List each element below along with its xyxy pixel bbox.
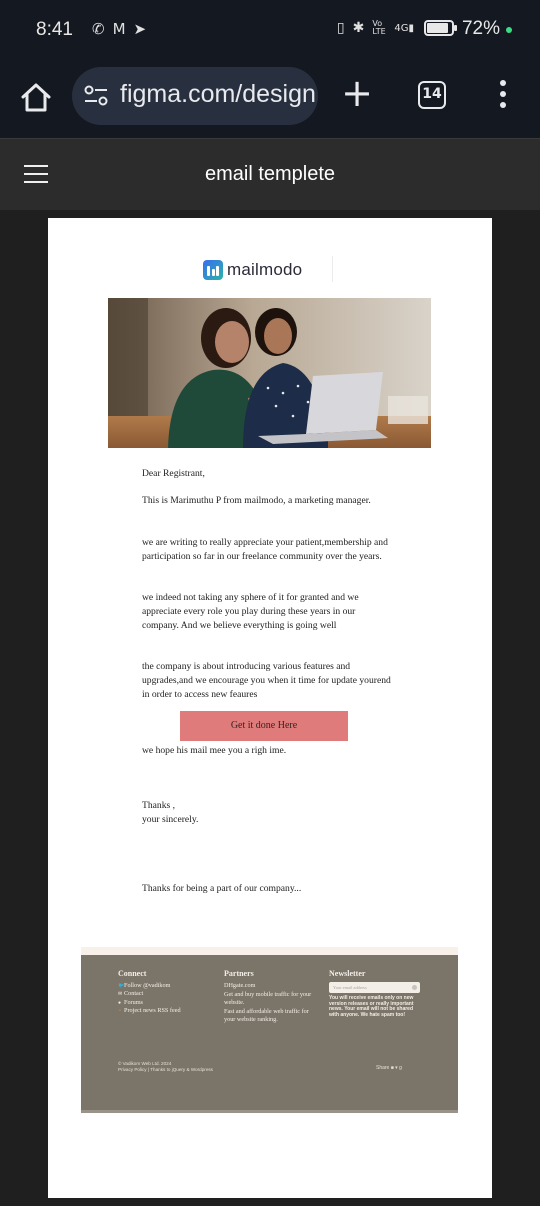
- partners-heading: Partners: [224, 969, 254, 978]
- home-icon: [21, 83, 51, 112]
- cta-button[interactable]: Get it done Here: [180, 711, 348, 741]
- footer-connect: Connect 🐦Follow @vadikom ✉ Contact ● Forum…: [118, 969, 208, 1016]
- file-title: email templete: [204, 163, 336, 185]
- signoff-sincerely: your sincerely.: [142, 814, 199, 825]
- battery-icon: [424, 20, 457, 36]
- connect-label: Contact: [124, 990, 144, 998]
- newsletter-text: You will receive emails only on new vers…: [329, 995, 414, 1018]
- notification-icons: ✆ M ➤: [92, 20, 146, 38]
- partner-dhgate[interactable]: DHgate.com: [224, 982, 314, 989]
- new-tab-button[interactable]: +: [340, 74, 374, 112]
- vibrate-icon: ▯: [336, 20, 345, 36]
- footer-partners: Partners DHgate.com Get and buy mobile t…: [224, 969, 314, 1023]
- partner-text-1: Get and buy mobile traffic for your webs…: [224, 991, 312, 1006]
- hero-image: [108, 298, 431, 448]
- more-vert-icon: [500, 80, 506, 86]
- email-frame[interactable]: mailmodo Dear Registrant, This is Marimu…: [48, 218, 492, 1198]
- browser-toolbar: figma.com/design + 14: [0, 60, 540, 138]
- connect-item-follow[interactable]: 🐦Follow @vadikom: [118, 982, 208, 990]
- mailmodo-logo: mailmodo: [203, 259, 302, 281]
- status-bar: 8:41 ✆ M ➤ ▯ ✱ Vo LTE 4G▮ 72%: [0, 0, 540, 60]
- signal-4g-icon: 4G▮: [394, 22, 414, 34]
- footer-top-border: [81, 947, 458, 955]
- privacy-dot-icon: [506, 27, 512, 33]
- address-bar[interactable]: figma.com/design: [72, 67, 318, 125]
- email-footer: Connect 🐦Follow @vadikom ✉ Contact ● Forum…: [81, 955, 458, 1110]
- greeting: Dear Registrant,: [142, 468, 205, 479]
- closing-line: Thanks for being a part of our company..…: [142, 883, 302, 894]
- figma-header: email templete: [0, 138, 540, 210]
- logo-divider: [332, 256, 333, 282]
- after-cta-text: we hope his mail mee you a righ ime.: [142, 745, 287, 756]
- share-label: Share: [376, 1065, 390, 1071]
- paragraph-2: we are writing to really appreciate your…: [142, 537, 388, 562]
- share-row: Share ■ ▾ g: [376, 1065, 402, 1071]
- signoff-thanks: Thanks ,: [142, 800, 176, 811]
- connect-item-rss[interactable]: ◔ Project news RSS feed: [118, 1007, 208, 1015]
- newsletter-heading: Newsletter: [329, 969, 366, 978]
- paragraph-1: This is Marimuthu P from mailmodo, a mar…: [142, 495, 371, 506]
- volte-icon: Vo LTE: [372, 19, 386, 36]
- footer-copyright-block: © Vadikom Web Ltd. 2024 Privacy Policy |…: [118, 1061, 213, 1073]
- telegram-icon: ➤: [133, 20, 147, 38]
- mailmodo-logo-icon: [203, 260, 223, 280]
- paragraph-3: we indeed not taking any sphere of it fo…: [142, 592, 359, 631]
- facebook-icon[interactable]: ■: [391, 1065, 394, 1071]
- footer-links[interactable]: Privacy Policy | Thanks to jQuery & Word…: [118, 1067, 213, 1073]
- partner-text-2: Fast and affordable web traffic for your…: [224, 1008, 309, 1023]
- system-icons: ▯ ✱ Vo LTE 4G▮: [336, 19, 457, 36]
- connect-heading: Connect: [118, 969, 147, 978]
- connect-item-forums[interactable]: ● Forums: [118, 999, 208, 1007]
- gplus-icon[interactable]: g: [399, 1065, 402, 1071]
- gmail-icon: M: [112, 20, 126, 38]
- home-button[interactable]: [18, 80, 54, 116]
- site-settings-icon[interactable]: [84, 85, 108, 107]
- paragraph-4: the company is about introducing various…: [142, 661, 391, 700]
- twitter-share-icon[interactable]: ▾: [395, 1065, 398, 1071]
- connect-label: Forums: [124, 998, 143, 1006]
- connect-label: Follow @vadikom: [124, 982, 171, 989]
- logo-text: mailmodo: [227, 260, 303, 279]
- connect-label: Project news RSS feed: [124, 1007, 181, 1015]
- bluetooth-icon: ✱: [352, 20, 365, 36]
- footer-bottom-border: [81, 1110, 458, 1113]
- status-time: 8:41: [36, 19, 73, 40]
- newsletter-email-input[interactable]: Your email address: [329, 982, 420, 993]
- more-menu-button[interactable]: [496, 80, 510, 112]
- connect-item-contact[interactable]: ✉ Contact: [118, 990, 208, 998]
- network-label: 4G: [394, 22, 409, 34]
- plus-icon: +: [341, 71, 373, 115]
- tab-switcher-button[interactable]: 14: [418, 81, 446, 109]
- phone-icon: ✆: [92, 20, 105, 38]
- battery-percent: 72%: [461, 18, 500, 39]
- figma-canvas[interactable]: mailmodo Dear Registrant, This is Marimu…: [0, 210, 540, 1206]
- url-text[interactable]: figma.com/design: [120, 80, 316, 109]
- footer-newsletter: Newsletter Your email address You will r…: [329, 969, 424, 1018]
